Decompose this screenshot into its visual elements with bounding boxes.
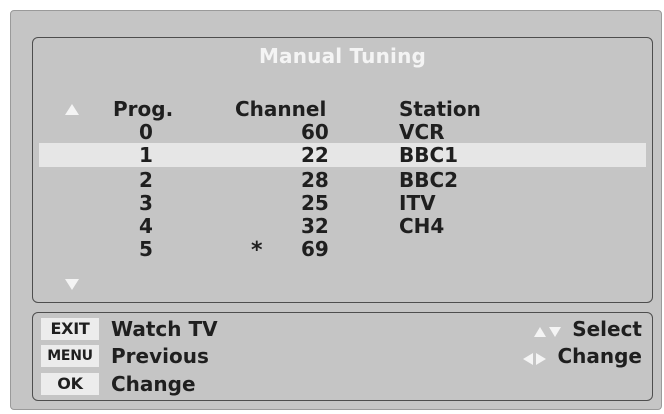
row-station: VCR <box>399 120 445 144</box>
selected-row-highlight <box>39 143 646 167</box>
manual-tuning-panel: Manual Tuning Prog. Channel Station 0 60… <box>32 37 653 303</box>
row-channel: 28 <box>301 168 329 192</box>
row-station: CH4 <box>399 214 445 238</box>
up-down-arrows-icon <box>534 320 564 342</box>
row-prog: 1 <box>139 143 153 167</box>
change-hint: Change <box>523 345 642 369</box>
row-prog: 0 <box>139 120 153 144</box>
exit-label: Watch TV <box>111 317 218 341</box>
header-channel: Channel <box>235 97 327 121</box>
row-prog: 2 <box>139 168 153 192</box>
ok-label: Change <box>111 372 196 396</box>
row-station: BBC2 <box>399 168 459 192</box>
arrow-right-icon <box>536 353 547 365</box>
header-station: Station <box>399 97 481 121</box>
exit-key[interactable]: EXIT <box>41 318 99 340</box>
menu-key[interactable]: MENU <box>41 345 99 367</box>
help-panel: EXIT Watch TV MENU Previous OK Change Se… <box>32 312 653 401</box>
row-marker: * <box>251 238 263 263</box>
row-channel: 69 <box>301 237 329 261</box>
scroll-up-icon[interactable] <box>65 104 79 115</box>
row-prog: 5 <box>139 237 153 261</box>
select-hint: Select <box>534 318 642 342</box>
menu-label: Previous <box>111 344 209 368</box>
row-channel: 25 <box>301 191 329 215</box>
row-prog: 3 <box>139 191 153 215</box>
tv-osd-screen: Manual Tuning Prog. Channel Station 0 60… <box>10 10 662 410</box>
row-station: ITV <box>399 191 436 215</box>
row-channel: 22 <box>301 143 329 167</box>
row-prog: 4 <box>139 214 153 238</box>
row-station: BBC1 <box>399 143 459 167</box>
change-label: Change <box>557 344 642 368</box>
scroll-down-icon[interactable] <box>65 279 79 290</box>
select-label: Select <box>572 317 642 341</box>
header-prog: Prog. <box>113 97 174 121</box>
arrow-down-icon <box>549 327 562 337</box>
row-channel: 32 <box>301 214 329 238</box>
row-channel: 60 <box>301 120 329 144</box>
arrow-left-icon <box>523 353 534 365</box>
menu-title: Manual Tuning <box>258 44 427 68</box>
arrow-up-icon <box>534 327 547 337</box>
ok-key[interactable]: OK <box>41 373 99 395</box>
left-right-arrows-icon <box>523 347 549 369</box>
